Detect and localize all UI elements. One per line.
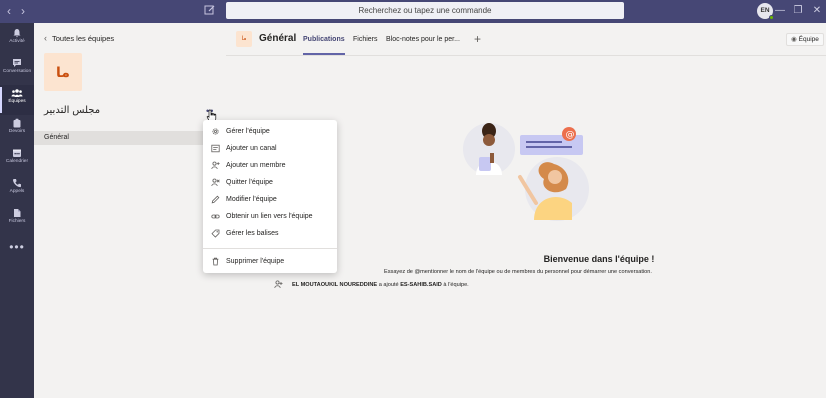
appbar-label: Appels — [9, 189, 25, 194]
back-to-all-teams-link[interactable]: ‹ Toutes les équipes — [44, 33, 114, 43]
appbar-label: Équipes — [8, 99, 26, 104]
teams-icon — [11, 89, 23, 97]
phone-icon — [12, 179, 21, 188]
activity-target: ES-SAHIB.SAID — [400, 281, 442, 288]
maximize-icon[interactable]: ❐ — [791, 3, 805, 18]
appbar-files[interactable]: Fichiers — [0, 205, 34, 235]
chevron-left-icon: ‹ — [44, 33, 47, 43]
appbar-chat[interactable]: Conversation — [0, 55, 34, 85]
appbar-label: Conversation — [2, 69, 32, 74]
link-icon — [211, 214, 220, 219]
add-tab-button[interactable]: + — [474, 32, 481, 46]
more-apps-icon[interactable]: ••• — [0, 240, 34, 254]
channel-item-general[interactable]: Général — [34, 131, 226, 145]
welcome-illustration: @ — [463, 123, 589, 221]
welcome-title-text: Bienvenue dans l'équipe ! — [543, 254, 655, 264]
back-arrow-icon[interactable]: ‹ — [7, 4, 11, 18]
menu-item-manage-team[interactable]: Gérer l'équipe — [203, 124, 337, 139]
menu-item-edit-team[interactable]: Modifier l'équipe — [203, 192, 337, 207]
pencil-icon — [211, 195, 220, 204]
menu-item-label: Gérer l'équipe — [226, 128, 270, 135]
menu-item-label: Obtenir un lien vers l'équipe — [226, 213, 313, 220]
avatar-initials: EN — [760, 7, 770, 14]
menu-item-label: Modifier l'équipe — [226, 196, 277, 203]
bell-icon — [13, 29, 21, 38]
activity-message: EL MOUTAOUKIL NOUREDDINE a ajouté ES-SAH… — [274, 280, 469, 289]
appbar-calls[interactable]: Appels — [0, 175, 34, 205]
appbar-teams[interactable]: Équipes — [0, 85, 34, 115]
menu-item-label: Ajouter un membre — [226, 162, 286, 169]
activity-suffix: à l'équipe. — [443, 281, 469, 288]
avatar[interactable]: EN — [757, 3, 774, 20]
menu-item-label: Supprimer l'équipe — [226, 258, 285, 265]
appbar-label: Activité — [9, 39, 25, 44]
menu-divider — [203, 248, 337, 249]
activity-verb: a ajouté — [378, 281, 399, 288]
menu-item-label: Ajouter un canal — [226, 145, 277, 152]
menu-item-label: Quitter l'équipe — [226, 179, 273, 186]
team-options-menu: Gérer l'équipe Ajouter un canal Ajouter … — [203, 120, 337, 273]
calendar-icon — [13, 149, 21, 157]
forward-arrow-icon[interactable]: › — [21, 4, 25, 18]
team-panel: ‹Toutes les équipes ما مجلس التدبير ••• … — [34, 23, 226, 398]
trash-icon — [212, 257, 219, 266]
new-chat-icon[interactable] — [204, 4, 216, 16]
menu-item-add-channel[interactable]: Ajouter un canal — [203, 141, 337, 156]
team-info-label: Équipe — [798, 36, 819, 43]
menu-item-leave-team[interactable]: Quitter l'équipe — [203, 175, 337, 190]
back-link-label: Toutes les équipes — [52, 34, 115, 43]
appbar-calendar[interactable]: Calendrier — [0, 145, 34, 175]
menu-item-get-link[interactable]: Obtenir un lien vers l'équipe — [203, 209, 337, 224]
close-icon[interactable]: ✕ — [810, 3, 824, 18]
gear-icon — [212, 128, 219, 135]
add-member-icon — [211, 161, 220, 170]
title-bar: ‹ › Recherchez ou tapez une commande EN … — [0, 0, 826, 23]
search-input[interactable]: Recherchez ou tapez une commande — [226, 2, 624, 19]
active-tab-indicator — [303, 53, 345, 55]
files-icon — [14, 209, 21, 217]
appbar-label: Fichiers — [8, 219, 26, 224]
menu-item-label: Gérer les balises — [226, 230, 279, 237]
menu-item-add-member[interactable]: Ajouter un membre — [203, 158, 337, 173]
minimize-icon[interactable]: — — [773, 3, 787, 18]
leave-icon — [211, 178, 220, 187]
chat-icon — [13, 59, 21, 67]
menu-item-manage-tags[interactable]: Gérer les balises — [203, 226, 337, 241]
tag-icon — [211, 229, 220, 238]
channel-team-avatar: ما — [236, 31, 252, 47]
team-logo: ما — [44, 53, 82, 91]
eye-icon: ◉ — [791, 36, 797, 43]
menu-item-delete-team[interactable]: Supprimer l'équipe — [203, 254, 337, 269]
activity-actor: EL MOUTAOUKIL NOUREDDINE — [292, 281, 378, 288]
add-member-icon — [274, 280, 283, 289]
tab-notebook[interactable]: Bloc-notes pour le per... — [386, 36, 460, 43]
appbar-assignments[interactable]: Devoirs — [0, 115, 34, 145]
assignments-icon — [13, 118, 21, 128]
appbar-label: Calendrier — [5, 159, 29, 164]
team-name: مجلس التدبير — [44, 105, 101, 116]
team-info-button[interactable]: ◉ Équipe — [786, 33, 824, 46]
channel-title: Général — [259, 33, 297, 44]
channel-header: ما Général Publications Fichiers Bloc-no… — [226, 23, 826, 56]
tab-publications[interactable]: Publications — [303, 36, 345, 43]
appbar-label: Devoirs — [8, 129, 26, 134]
tab-files[interactable]: Fichiers — [353, 36, 378, 43]
app-bar: Activité Conversation Équipes Devoirs Ca… — [0, 23, 34, 398]
svg-text:@: @ — [566, 130, 575, 140]
welcome-subtitle: Essayez de @mentionner le nom de l'équip… — [384, 269, 652, 275]
add-channel-icon — [211, 144, 220, 153]
appbar-activity[interactable]: Activité — [0, 25, 34, 55]
